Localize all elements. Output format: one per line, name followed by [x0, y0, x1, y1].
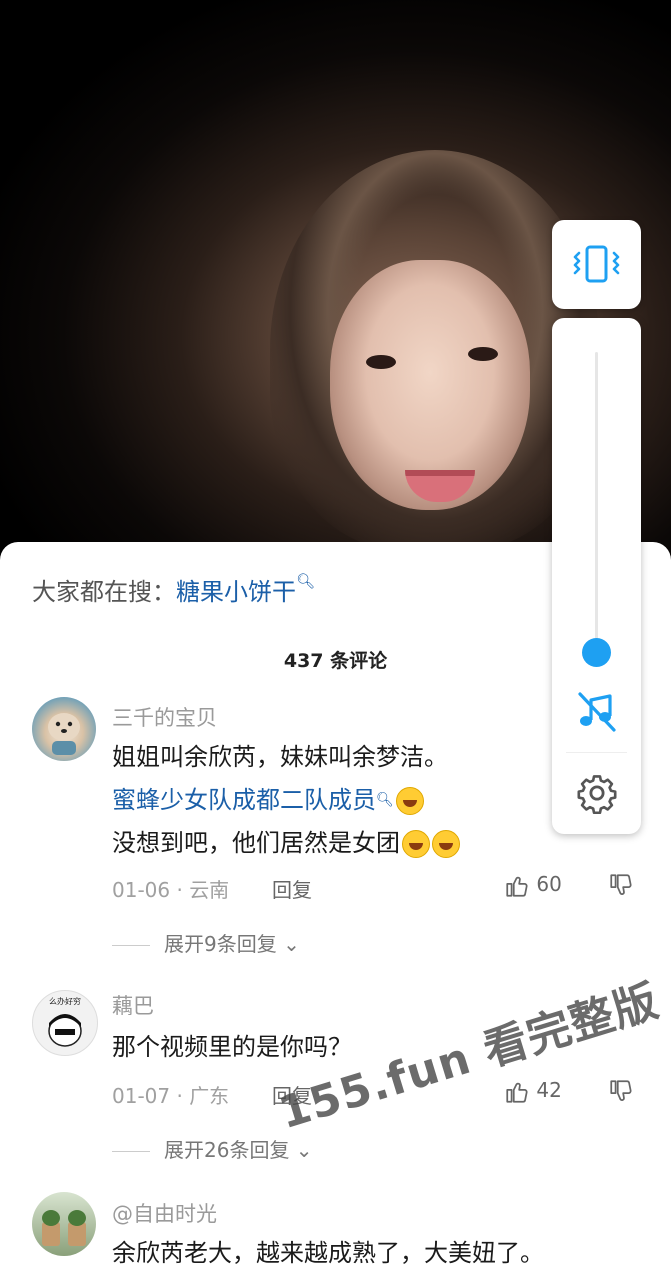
plant-pots-avatar-icon: [42, 1210, 86, 1246]
comment-username[interactable]: @自由时光: [112, 1198, 217, 1228]
reply-button[interactable]: 回复: [272, 874, 312, 903]
avatar[interactable]: 么办好穷: [32, 990, 98, 1056]
music-off-button[interactable]: [574, 688, 620, 738]
thumbs-down-icon: [610, 874, 632, 895]
laugh-cry-emoji-icon: [402, 830, 430, 858]
expand-replies[interactable]: 展开26条回复 ⌄: [112, 1134, 313, 1163]
comment-date-location: 01-07 · 广东: [112, 1084, 230, 1108]
comment-username[interactable]: 藕巴: [112, 990, 154, 1020]
trending-search-keyword[interactable]: 糖果小饼干: [176, 578, 296, 606]
comment-line: 蜜蜂少女队成都二队成员🔍︎: [112, 779, 460, 822]
dislike-button[interactable]: [608, 1078, 634, 1104]
grin-emoji-icon: [395, 787, 424, 815]
like-count: 42: [536, 1078, 562, 1102]
comment-line: 没想到吧，他们居然是女团: [112, 822, 460, 865]
comment-username[interactable]: 三千的宝贝: [112, 702, 217, 732]
chevron-down-icon: ⌄: [276, 932, 300, 956]
thumbs-up-icon: [506, 1082, 528, 1103]
chevron-down-icon: ⌄: [289, 1138, 313, 1162]
expand-divider: [112, 945, 150, 946]
dislike-button[interactable]: [608, 872, 634, 898]
like-count: 60: [536, 872, 562, 896]
expand-replies[interactable]: 展开9条回复 ⌄: [112, 928, 300, 957]
like-button[interactable]: 42: [504, 1078, 562, 1105]
volume-slider-track[interactable]: [595, 352, 598, 652]
trending-search-prefix: 大家都在搜：: [32, 578, 176, 606]
trending-search[interactable]: 大家都在搜：糖果小饼干🔍︎: [32, 572, 315, 607]
volume-slider-knob[interactable]: [582, 638, 611, 667]
avatar[interactable]: [32, 697, 96, 761]
comment-text: 姐姐叫余欣芮，妹妹叫余梦洁。 蜜蜂少女队成都二队成员🔍︎ 没想到吧，他们居然是女…: [112, 736, 460, 865]
search-icon: 🔍︎: [376, 792, 394, 808]
search-icon: 🔍︎: [296, 572, 316, 590]
like-button[interactable]: 60: [504, 872, 562, 899]
video-eye-left: [366, 355, 396, 369]
laugh-cry-emoji-icon: [432, 830, 460, 858]
video-eye-right: [468, 347, 498, 361]
comment-search-link[interactable]: 蜜蜂少女队成都二队成员: [112, 786, 376, 814]
comment-date-location: 01-06 · 云南: [112, 878, 230, 902]
expand-divider: [112, 1151, 150, 1152]
comment-text: 余欣芮老大，越来越成熟了，大美妞了。: [112, 1239, 544, 1267]
control-divider: [566, 752, 627, 753]
music-off-icon: [578, 692, 616, 732]
comment-text: 那个视频里的是你吗？: [112, 1033, 352, 1061]
cartoon-avatar-icon: 么办好穷: [48, 996, 82, 1047]
thumbs-up-icon: [506, 876, 528, 897]
settings-button[interactable]: [576, 772, 618, 818]
dog-avatar-icon: [48, 713, 80, 755]
thumbs-down-icon: [610, 1080, 632, 1101]
comment-line: 姐姐叫余欣芮，妹妹叫余梦洁。: [112, 743, 448, 771]
vibrate-icon: [573, 245, 620, 283]
avatar[interactable]: [32, 1192, 96, 1256]
svg-text:么办好穷: 么办好穷: [49, 996, 81, 1006]
vibration-button[interactable]: [552, 220, 641, 309]
sound-control-panel: [552, 318, 641, 834]
gear-icon: [577, 775, 617, 815]
